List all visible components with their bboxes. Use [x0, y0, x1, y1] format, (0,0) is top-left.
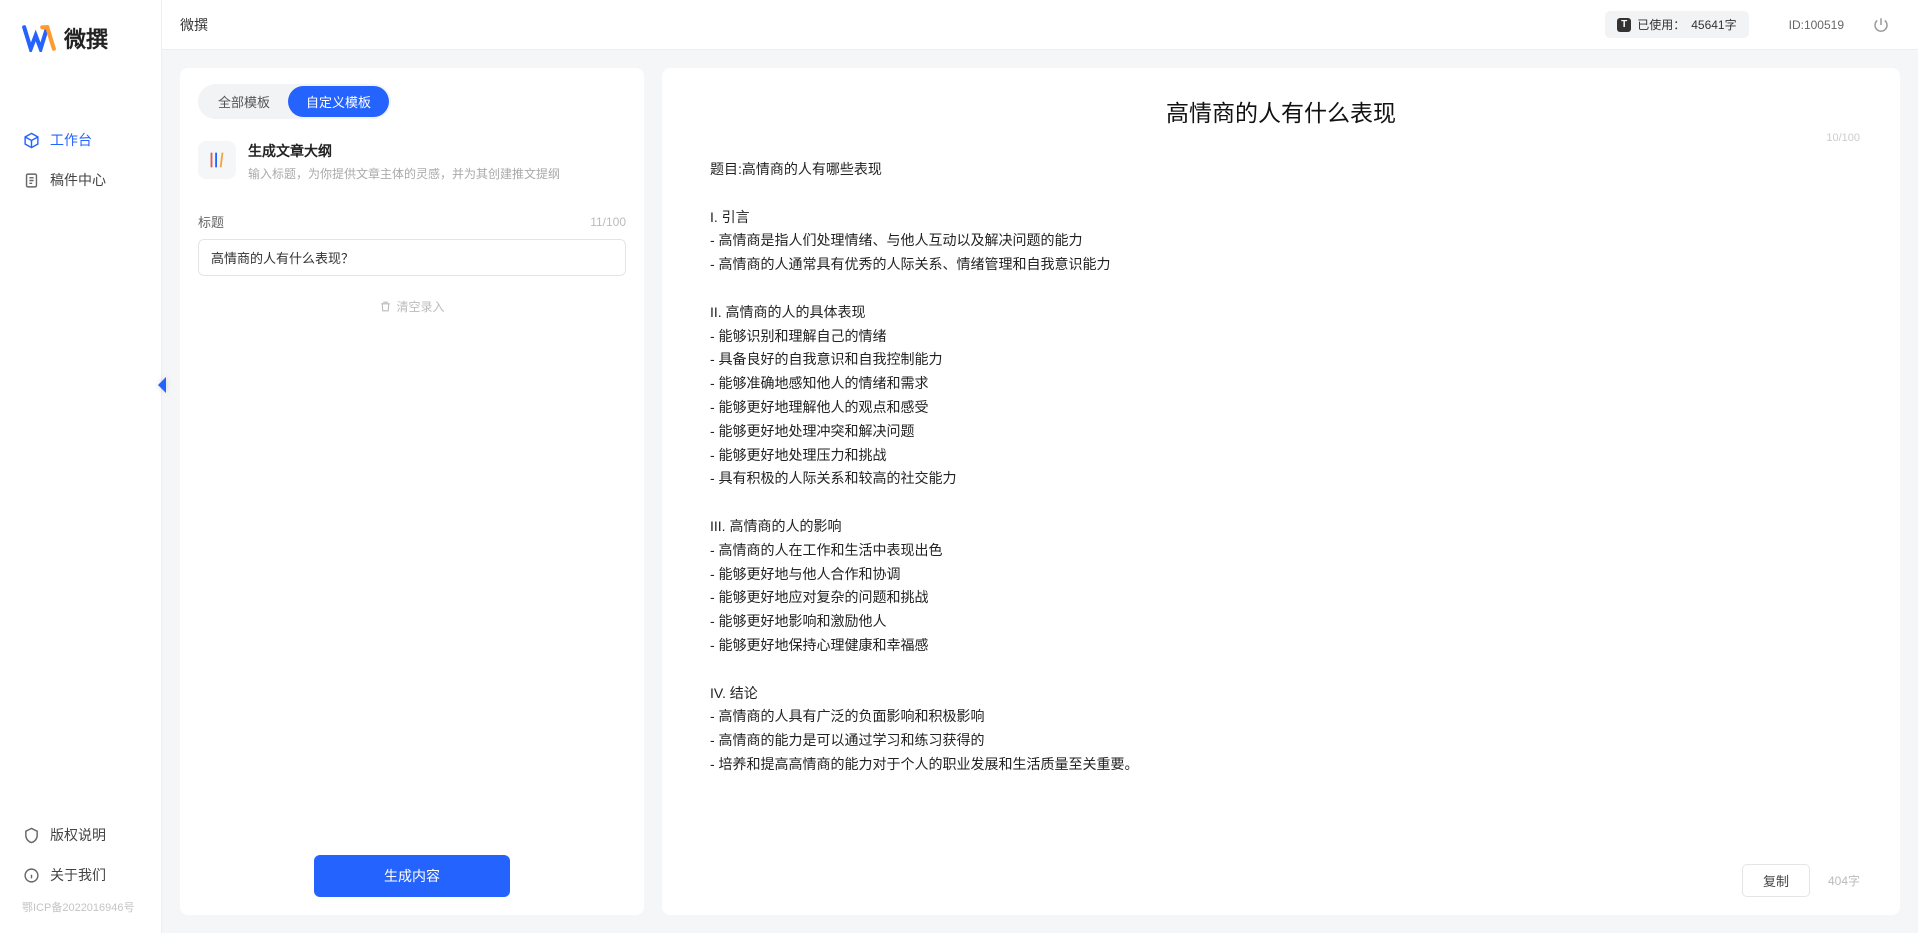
template-desc: 输入标题，为你提供文章主体的灵感，并为其创建推文提纲	[248, 165, 560, 182]
sidebar: 微撰 工作台 稿件中心 版权说明 关于我们 鄂ICP备2022016946号	[0, 0, 162, 933]
tab-custom-templates[interactable]: 自定义模板	[288, 86, 389, 117]
icp-text: 鄂ICP备2022016946号	[0, 895, 161, 919]
title-input[interactable]	[198, 239, 626, 276]
input-panel: 全部模板 自定义模板 生成文章大纲 输入标题，为你提供文章主体的灵感，并为其创建…	[180, 68, 644, 915]
output-body[interactable]: 题目:高情商的人有哪些表现 I. 引言 - 高情商是指人们处理情绪、与他人互动以…	[662, 128, 1900, 856]
shield-icon	[22, 826, 40, 844]
user-id: ID:100519	[1789, 18, 1844, 32]
title-field-label: 标题	[198, 212, 224, 231]
output-title[interactable]: 高情商的人有什么表现	[702, 94, 1860, 128]
nav-item-workspace[interactable]: 工作台	[0, 120, 161, 160]
logo-text: 微撰	[64, 22, 108, 54]
nav-label: 稿件中心	[50, 170, 106, 190]
template-card: 生成文章大纲 输入标题，为你提供文章主体的灵感，并为其创建推文提纲	[198, 135, 626, 200]
title-field-counter: 11/100	[590, 215, 626, 229]
nav-bottom: 版权说明 关于我们 鄂ICP备2022016946号	[0, 815, 161, 925]
trash-icon	[379, 300, 392, 313]
generate-button[interactable]: 生成内容	[314, 855, 510, 897]
nav-item-drafts[interactable]: 稿件中心	[0, 160, 161, 200]
nav-main: 工作台 稿件中心	[0, 86, 161, 815]
info-icon	[22, 866, 40, 884]
logo-icon	[22, 24, 56, 52]
power-button[interactable]	[1872, 16, 1890, 34]
nav-label: 版权说明	[50, 825, 106, 845]
cube-icon	[22, 131, 40, 149]
tab-all-templates[interactable]: 全部模板	[200, 86, 288, 117]
text-icon: T	[1617, 18, 1631, 32]
template-tabs: 全部模板 自定义模板	[198, 84, 391, 119]
output-word-count: 404字	[1828, 872, 1860, 889]
output-title-counter: 10/100	[1826, 132, 1860, 144]
usage-value: 45641字	[1691, 16, 1736, 33]
topbar-title: 微撰	[180, 15, 208, 35]
nav-item-about[interactable]: 关于我们	[0, 855, 161, 895]
nav-label: 工作台	[50, 130, 92, 150]
nav-label: 关于我们	[50, 865, 106, 885]
topbar: 微撰 T 已使用： 45641字 ID:100519	[162, 0, 1918, 50]
template-title: 生成文章大纲	[248, 141, 560, 161]
output-panel: 高情商的人有什么表现 10/100 题目:高情商的人有哪些表现 I. 引言 - …	[662, 68, 1900, 915]
copy-button[interactable]: 复制	[1742, 864, 1810, 897]
usage-badge[interactable]: T 已使用： 45641字	[1605, 11, 1748, 38]
usage-label: 已使用：	[1637, 16, 1685, 33]
clear-input-button[interactable]: 清空录入	[198, 298, 626, 315]
doc-icon	[22, 171, 40, 189]
template-icon	[198, 141, 236, 179]
sidebar-collapse-handle[interactable]	[153, 374, 169, 396]
logo[interactable]: 微撰	[0, 22, 161, 86]
nav-item-copyright[interactable]: 版权说明	[0, 815, 161, 855]
